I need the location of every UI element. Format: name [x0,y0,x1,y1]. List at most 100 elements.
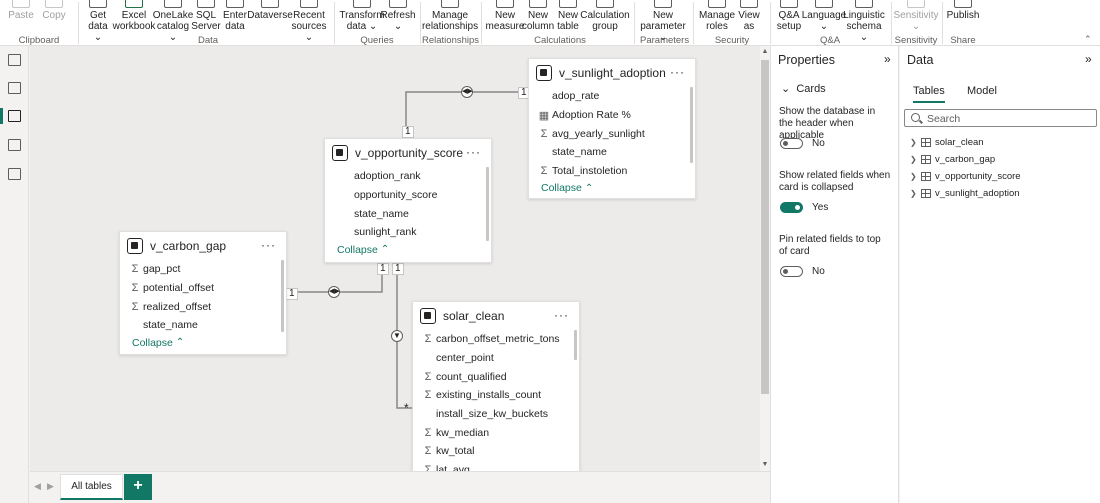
field-item[interactable]: state_name [331,204,491,223]
recent-sources-button[interactable]: Recent sources ⌄ [291,0,327,43]
more-options-icon[interactable]: ··· [261,238,276,252]
sum-icon: Σ [424,389,432,402]
field-item[interactable]: center_point [413,349,579,368]
field-item[interactable]: Σpotential_offset [120,279,286,298]
table-card-v-sunlight-adoption[interactable]: v_sunlight_adoption ··· adop_rate ▦ Adopt… [528,58,696,199]
collapse-ribbon-icon[interactable]: ⌃ [1084,34,1094,44]
card-header[interactable]: v_opportunity_score ··· [325,139,491,167]
field-item[interactable]: adop_rate [529,87,695,106]
search-input[interactable]: Search [904,109,1097,127]
publish-button[interactable]: Publish [946,0,980,21]
toggle-pin-related-fields[interactable] [780,266,803,277]
divider [78,2,79,44]
table-view-icon[interactable] [8,82,21,94]
toggle-show-related-fields[interactable] [780,202,803,213]
crossfilter-both-icon[interactable]: ◀▶ [328,286,340,298]
field-item[interactable]: Σcarbon_offset_metric_tons [413,330,579,349]
tab-all-tables[interactable]: All tables [60,474,123,500]
collapse-button[interactable]: Collapse ⌃ [529,182,695,194]
tree-item-table[interactable]: ❯ v_sunlight_adoption [910,186,1020,200]
card-scrollbar[interactable] [574,330,577,360]
tmdl-view-icon[interactable] [8,168,21,180]
card-scrollbar[interactable] [281,260,284,332]
field-item[interactable]: Σexisting_installs_count [413,386,579,405]
card-scrollbar[interactable] [690,87,693,163]
more-options-icon[interactable]: ··· [466,145,481,159]
manage-relationships-button[interactable]: Manage relationships [422,0,478,32]
field-item[interactable]: Σcount_qualified [413,367,579,386]
collapse-pane-icon[interactable]: » [884,52,891,66]
qa-setup-button[interactable]: Q&A setup [774,0,804,32]
new-column-button[interactable]: New column [522,0,554,32]
field-item[interactable]: Σgap_pct [120,260,286,279]
canvas-vertical-scrollbar[interactable]: ▲ ▼ [760,46,770,471]
toggle-show-database[interactable] [780,138,803,149]
manage-roles-button[interactable]: Manage roles [699,0,735,32]
relationship-line-sunlight-opportunity[interactable] [405,91,528,132]
field-item[interactable]: state_name [120,316,286,335]
tab-tables[interactable]: Tables [913,85,945,103]
field-item[interactable]: ▦ Adoption Rate % [529,106,695,125]
field-item[interactable]: sunlight_rank [331,223,491,242]
field-item[interactable]: opportunity_score [331,186,491,205]
view-as-button[interactable]: View as [735,0,763,32]
field-item[interactable]: Σkw_total [413,442,579,461]
tab-model[interactable]: Model [967,85,997,97]
paste-button[interactable]: Paste [8,0,34,21]
model-view-icon[interactable] [8,110,21,122]
field-item[interactable]: adoption_rank [331,167,491,186]
calculation-group-button[interactable]: Calculation group [580,0,630,32]
collapse-pane-icon[interactable]: » [1085,52,1092,66]
scroll-up-icon[interactable]: ▲ [761,48,769,56]
refresh-button[interactable]: Refresh ⌄ [381,0,416,32]
field-item[interactable]: Σkw_median [413,423,579,442]
card-scrollbar[interactable] [486,167,489,241]
section-cards[interactable]: ⌄ Cards [781,82,826,95]
card-header[interactable]: v_carbon_gap ··· [120,232,286,260]
field-item[interactable]: Σavg_yearly_sunlight [529,124,695,143]
crossfilter-both-icon[interactable]: ◀▶ [461,86,473,98]
get-data-button[interactable]: Get data ⌄ [84,0,112,43]
tab-prev-icon[interactable]: ◀ [34,481,41,492]
more-options-icon[interactable]: ··· [554,308,569,322]
model-canvas[interactable]: ◀▶ 1 1 ◀▶ 1 1 1 ▼ * v_sunlight_adoption … [30,46,760,471]
tree-item-table[interactable]: ❯ v_carbon_gap [910,152,995,166]
field-item[interactable]: Σlat_avg [413,461,579,471]
table-card-v-opportunity-score[interactable]: v_opportunity_score ··· adoption_rank op… [324,138,492,263]
tab-next-icon[interactable]: ▶ [47,481,54,492]
new-table-button[interactable]: New table [555,0,581,32]
excel-workbook-button[interactable]: Excel workbook [113,0,155,32]
copy-button[interactable]: Copy [38,0,70,21]
more-options-icon[interactable]: ··· [670,65,685,79]
table-card-v-carbon-gap[interactable]: v_carbon_gap ··· Σgap_pct Σpotential_off… [119,231,287,355]
field-item[interactable]: state_name [529,143,695,162]
scroll-down-icon[interactable]: ▼ [761,461,769,469]
enter-data-button[interactable]: Enter data [222,0,248,32]
dax-query-view-icon[interactable] [8,139,21,151]
transform-data-button[interactable]: Transform data ⌄ [339,0,385,32]
scroll-thumb[interactable] [761,60,769,394]
field-item[interactable]: install_size_kw_buckets [413,405,579,424]
add-layout-button[interactable]: + [124,474,152,500]
field-item[interactable]: Σrealized_offset [120,297,286,316]
divider [334,2,335,44]
collapse-button[interactable]: Collapse ⌃ [120,337,286,349]
tree-item-table[interactable]: ❯ v_opportunity_score [910,169,1021,183]
chevron-right-icon: ❯ [910,154,917,164]
card-header[interactable]: v_sunlight_adoption ··· [529,59,695,87]
card-header[interactable]: solar_clean ··· [413,302,579,330]
new-measure-button[interactable]: New measure [486,0,524,32]
sensitivity-button[interactable]: Sensitivity ⌄ [894,0,939,32]
report-view-icon[interactable] [8,54,21,66]
linguistic-icon [855,0,873,8]
crossfilter-single-icon[interactable]: ▼ [391,330,403,342]
table-card-solar-clean[interactable]: solar_clean ··· Σcarbon_offset_metric_to… [412,301,580,471]
dataverse-button[interactable]: Dataverse [247,0,293,21]
sql-server-button[interactable]: SQL Server [191,0,221,32]
data-pane: Data » Tables Model Search ❯ solar_clean … [900,46,1100,503]
language-button[interactable]: Language ⌄ [802,0,846,32]
collapse-button[interactable]: Collapse ⌃ [325,244,491,256]
tree-item-table[interactable]: ❯ solar_clean [910,135,984,149]
group-label-parameters: Parameters [640,35,690,46]
field-item[interactable]: Σ Total_instoletion [529,162,695,181]
